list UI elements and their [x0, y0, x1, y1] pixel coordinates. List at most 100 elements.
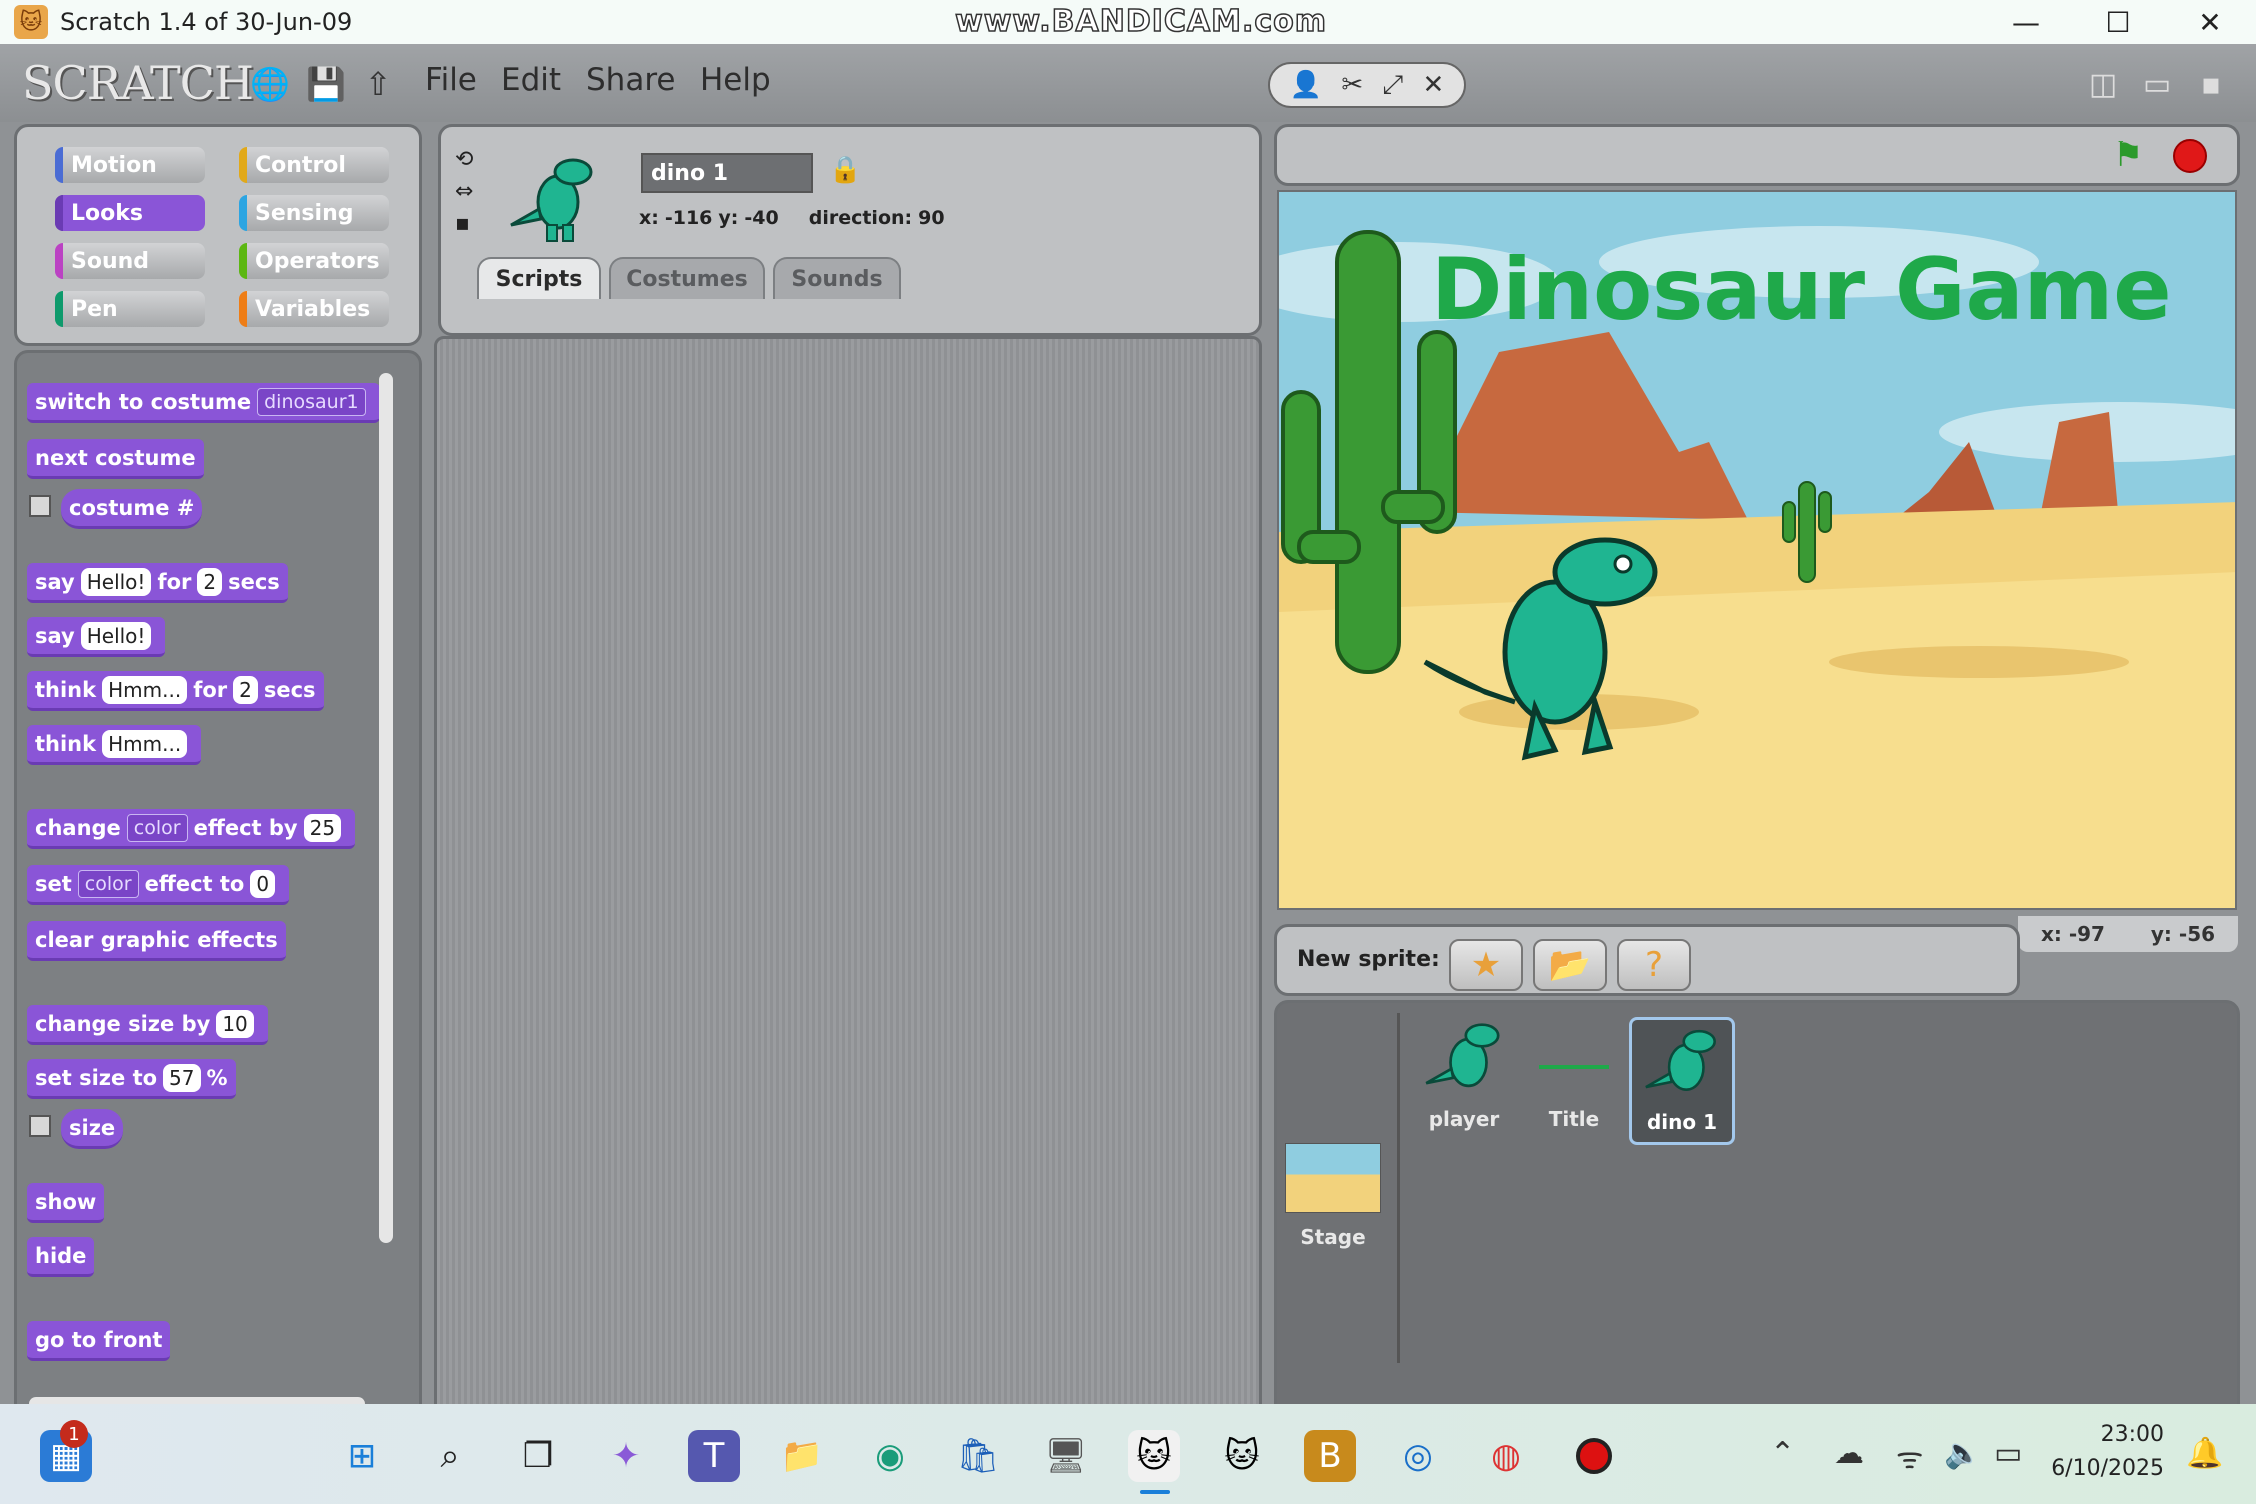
- think-secs-input[interactable]: 2: [233, 675, 258, 704]
- size-percent-input[interactable]: 57: [163, 1063, 201, 1092]
- bandicam-icon[interactable]: B: [1304, 1430, 1356, 1482]
- file-explorer-icon[interactable]: 📁: [776, 1430, 828, 1482]
- change-effect-block[interactable]: change color effect by 25: [27, 809, 356, 849]
- notifications-icon[interactable]: 🔔: [2186, 1436, 2223, 1471]
- clock-date[interactable]: 6/10/2025: [2040, 1456, 2164, 1481]
- go-to-front-block[interactable]: go to front: [27, 1321, 171, 1361]
- next-costume-block[interactable]: next costume: [27, 439, 204, 479]
- change-size-block[interactable]: change size by 10: [27, 1005, 268, 1045]
- rotate-icon[interactable]: ⟲: [455, 147, 473, 172]
- palette-vertical-scrollbar[interactable]: [379, 373, 393, 1243]
- choose-sprite-icon[interactable]: 📂: [1533, 939, 1607, 991]
- globe-icon[interactable]: 🌐: [250, 64, 290, 104]
- paint-sprite-icon[interactable]: ★: [1449, 939, 1523, 991]
- clear-graphic-effects-block[interactable]: clear graphic effects: [27, 921, 286, 961]
- scratch-alt-icon[interactable]: 🐱: [1216, 1430, 1268, 1482]
- sprite-thumb-player[interactable]: player: [1411, 1013, 1517, 1143]
- category-motion[interactable]: Motion: [55, 147, 205, 183]
- share-upload-icon[interactable]: ⇧: [358, 64, 398, 104]
- normal-stage-icon[interactable]: ▭: [2138, 67, 2176, 102]
- think-text-input[interactable]: Hmm...: [102, 675, 188, 704]
- task-view-icon[interactable]: ❐: [512, 1430, 564, 1482]
- grow-icon[interactable]: ⤢: [1382, 70, 1403, 101]
- edge-icon[interactable]: ◉: [864, 1430, 916, 1482]
- lock-icon[interactable]: 🔒: [829, 155, 861, 185]
- category-pen[interactable]: Pen: [55, 291, 205, 327]
- small-stage-icon[interactable]: ◫: [2084, 67, 2122, 102]
- size-reporter[interactable]: size: [61, 1109, 124, 1149]
- tab-costumes[interactable]: Costumes: [609, 257, 765, 299]
- category-sensing[interactable]: Sensing: [239, 195, 389, 231]
- category-operators[interactable]: Operators: [239, 243, 389, 279]
- no-rotate-icon[interactable]: ▪: [455, 211, 470, 236]
- set-effect-block[interactable]: set color effect to 0: [27, 865, 290, 905]
- sprite-name-field[interactable]: dino 1: [641, 153, 813, 193]
- tray-overflow-icon[interactable]: ⌃: [1770, 1436, 1795, 1471]
- scripts-area[interactable]: [434, 336, 1262, 1432]
- volume-icon[interactable]: 🔈: [1944, 1436, 1981, 1471]
- green-flag-icon[interactable]: ⚑: [2113, 135, 2143, 175]
- say-text-input[interactable]: Hello!: [80, 621, 152, 650]
- say-text-input[interactable]: Hello!: [80, 567, 152, 596]
- chrome-icon[interactable]: ◍: [1480, 1430, 1532, 1482]
- costume-number-checkbox[interactable]: [29, 495, 51, 517]
- stage[interactable]: Dinosaur Game: [1277, 190, 2237, 910]
- costume-number-reporter[interactable]: costume #: [61, 489, 203, 529]
- flip-icon[interactable]: ⇔: [455, 179, 473, 204]
- costume-dropdown[interactable]: dinosaur1: [257, 387, 366, 416]
- say-secs-input[interactable]: 2: [197, 567, 223, 596]
- presentation-icon[interactable]: ▪: [2192, 67, 2230, 102]
- menu-edit[interactable]: Edit: [501, 62, 561, 98]
- stop-icon[interactable]: [2173, 139, 2207, 173]
- tab-scripts[interactable]: Scripts: [477, 257, 601, 299]
- say-for-secs-block[interactable]: say Hello! for 2 secs: [27, 563, 288, 603]
- record-icon[interactable]: [1568, 1430, 1620, 1482]
- effect-dropdown[interactable]: color: [126, 813, 188, 842]
- category-looks[interactable]: Looks: [55, 195, 205, 231]
- stage-thumbnail[interactable]: [1285, 1143, 1381, 1213]
- effect-value-input[interactable]: 0: [250, 869, 276, 898]
- scratch-taskbar-icon[interactable]: 🐱: [1128, 1430, 1180, 1482]
- size-checkbox[interactable]: [29, 1115, 51, 1137]
- teams-icon[interactable]: T: [688, 1430, 740, 1482]
- think-block[interactable]: think Hmm...: [27, 725, 202, 765]
- edge-dev-icon[interactable]: ◎: [1392, 1430, 1444, 1482]
- stage-title-sprite[interactable]: Dinosaur Game: [1431, 240, 2172, 340]
- size-change-input[interactable]: 10: [216, 1009, 254, 1038]
- sprite-thumb-dino1[interactable]: dino 1: [1629, 1017, 1735, 1145]
- remote-desktop-icon[interactable]: 🖥: [1040, 1430, 1092, 1482]
- close-icon[interactable]: ✕: [2164, 0, 2256, 44]
- menu-file[interactable]: File: [425, 62, 477, 98]
- hide-block[interactable]: hide: [27, 1237, 95, 1277]
- sprite-thumb-title[interactable]: Title: [1521, 1013, 1627, 1143]
- switch-costume-block[interactable]: switch to costume dinosaur1: [27, 383, 380, 423]
- say-block[interactable]: say Hello!: [27, 617, 166, 657]
- menu-share[interactable]: Share: [586, 62, 675, 98]
- effect-value-input[interactable]: 25: [303, 813, 342, 842]
- set-size-block[interactable]: set size to 57 %: [27, 1059, 236, 1099]
- wifi-icon[interactable]: ᯤ: [1896, 1436, 1923, 1477]
- copilot-icon[interactable]: ✦: [600, 1430, 652, 1482]
- shrink-icon[interactable]: ✕: [1423, 70, 1445, 100]
- menu-help[interactable]: Help: [700, 62, 771, 98]
- delete-icon[interactable]: ✂: [1341, 70, 1363, 100]
- clock-time[interactable]: 23:00: [2040, 1422, 2164, 1447]
- onedrive-icon[interactable]: ☁: [1834, 1436, 1864, 1471]
- think-text-input[interactable]: Hmm...: [102, 729, 188, 758]
- effect-dropdown[interactable]: color: [77, 869, 139, 898]
- maximize-icon[interactable]: ☐: [2072, 0, 2164, 44]
- think-for-secs-block[interactable]: think Hmm... for 2 secs: [27, 671, 324, 711]
- save-icon[interactable]: 💾: [306, 64, 346, 104]
- battery-icon[interactable]: ▭: [1994, 1436, 2022, 1471]
- minimize-icon[interactable]: —: [1980, 0, 2072, 44]
- start-icon[interactable]: ⊞: [336, 1430, 388, 1482]
- tab-sounds[interactable]: Sounds: [773, 257, 901, 299]
- category-sound[interactable]: Sound: [55, 243, 205, 279]
- random-sprite-icon[interactable]: ?: [1617, 939, 1691, 991]
- category-variables[interactable]: Variables: [239, 291, 389, 327]
- show-block[interactable]: show: [27, 1183, 105, 1223]
- search-icon[interactable]: ⌕: [424, 1430, 476, 1482]
- duplicate-icon[interactable]: 👤: [1290, 70, 1322, 100]
- store-icon[interactable]: 🛍: [952, 1430, 1004, 1482]
- category-control[interactable]: Control: [239, 147, 389, 183]
